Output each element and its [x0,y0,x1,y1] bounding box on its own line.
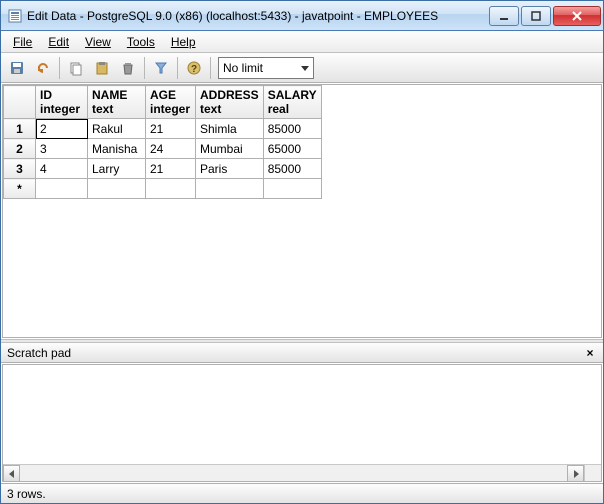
scroll-track[interactable] [20,465,567,481]
column-header-name[interactable]: NAMEtext [88,86,146,119]
scroll-left-button[interactable] [3,465,20,482]
toolbar-separator [144,57,145,79]
cell-name[interactable] [88,179,146,199]
cell-address[interactable] [196,179,264,199]
menu-help[interactable]: Help [163,33,204,51]
svg-text:?: ? [191,64,197,75]
cell-age[interactable]: 21 [146,159,196,179]
close-button[interactable] [553,6,601,26]
scroll-corner [584,464,601,481]
window-title: Edit Data - PostgreSQL 9.0 (x86) (localh… [27,9,487,23]
table-row[interactable]: 2 3 Manisha 24 Mumbai 65000 [4,139,322,159]
new-row[interactable]: * [4,179,322,199]
help-button[interactable]: ? [182,56,206,80]
window-controls [487,6,601,26]
cell-age[interactable] [146,179,196,199]
chevron-down-icon [301,61,309,75]
app-icon [7,8,23,24]
table-row[interactable]: 3 4 Larry 21 Paris 85000 [4,159,322,179]
menubar: File Edit View Tools Help [1,31,603,53]
limit-value: No limit [223,61,263,75]
content-area: IDinteger NAMEtext AGEinteger ADDRESStex… [1,83,603,483]
new-row-marker[interactable]: * [4,179,36,199]
toolbar-separator [59,57,60,79]
status-text: 3 rows. [7,487,46,501]
cell-address[interactable]: Mumbai [196,139,264,159]
save-button[interactable] [5,56,29,80]
row-header[interactable]: 2 [4,139,36,159]
toolbar-separator [177,57,178,79]
row-header[interactable]: 3 [4,159,36,179]
row-header[interactable]: 1 [4,119,36,139]
cell-salary[interactable] [263,179,321,199]
scratch-pad-header: Scratch pad × [1,343,603,363]
filter-button[interactable] [149,56,173,80]
grid-table: IDinteger NAMEtext AGEinteger ADDRESStex… [3,85,322,199]
cell-name[interactable]: Manisha [88,139,146,159]
cell-name[interactable]: Rakul [88,119,146,139]
cell-id[interactable] [36,179,88,199]
cell-age[interactable]: 24 [146,139,196,159]
cell-id[interactable]: 3 [36,139,88,159]
minimize-button[interactable] [489,6,519,26]
statusbar: 3 rows. [1,483,603,503]
maximize-button[interactable] [521,6,551,26]
toolbar-separator [210,57,211,79]
scratch-close-button[interactable]: × [583,346,597,360]
menu-edit[interactable]: Edit [40,33,77,51]
cell-name[interactable]: Larry [88,159,146,179]
menu-view[interactable]: View [77,33,119,51]
corner-header[interactable] [4,86,36,119]
cell-id[interactable]: 2 [36,119,88,139]
cell-address[interactable]: Shimla [196,119,264,139]
undo-button[interactable] [31,56,55,80]
copy-button[interactable] [64,56,88,80]
column-header-age[interactable]: AGEinteger [146,86,196,119]
data-grid[interactable]: IDinteger NAMEtext AGEinteger ADDRESStex… [2,84,602,338]
scratch-pad-title: Scratch pad [7,346,71,360]
titlebar[interactable]: Edit Data - PostgreSQL 9.0 (x86) (localh… [1,1,603,31]
column-header-salary[interactable]: SALARYreal [263,86,321,119]
horizontal-scrollbar[interactable] [3,464,584,481]
menu-file[interactable]: File [5,33,40,51]
cell-salary[interactable]: 85000 [263,119,321,139]
paste-button[interactable] [90,56,114,80]
table-row[interactable]: 1 2 Rakul 21 Shimla 85000 [4,119,322,139]
scratch-pad-body[interactable] [2,364,602,482]
delete-button[interactable] [116,56,140,80]
toolbar: ? No limit [1,53,603,83]
column-header-id[interactable]: IDinteger [36,86,88,119]
menu-tools[interactable]: Tools [119,33,163,51]
cell-address[interactable]: Paris [196,159,264,179]
cell-salary[interactable]: 65000 [263,139,321,159]
limit-dropdown[interactable]: No limit [218,57,314,79]
cell-id[interactable]: 4 [36,159,88,179]
column-header-address[interactable]: ADDRESStext [196,86,264,119]
cell-salary[interactable]: 85000 [263,159,321,179]
app-window: Edit Data - PostgreSQL 9.0 (x86) (localh… [0,0,604,504]
cell-age[interactable]: 21 [146,119,196,139]
scroll-right-button[interactable] [567,465,584,482]
